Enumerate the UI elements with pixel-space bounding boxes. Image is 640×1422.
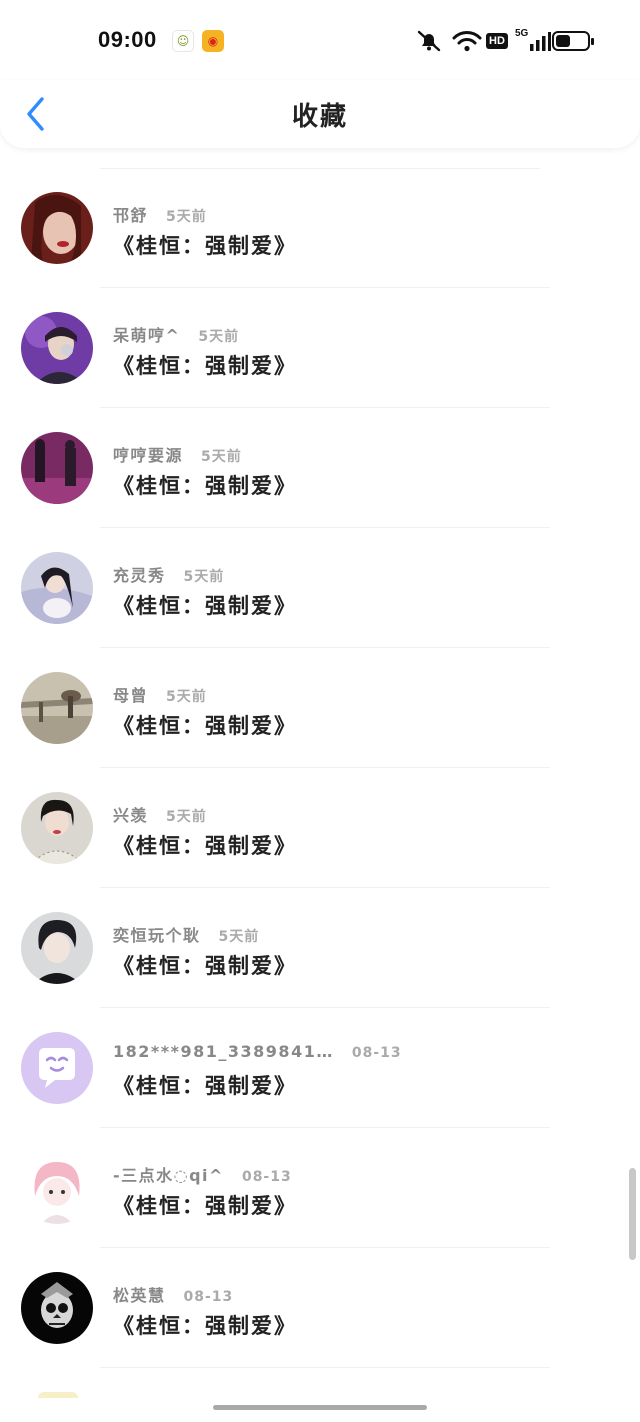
list-item[interactable]: -三点水◌qi^ 08-13 《桂恒：强制爱》 bbox=[0, 1128, 640, 1248]
item-time: 5天前 bbox=[201, 449, 242, 465]
item-meta: 母曾 5天前 bbox=[113, 682, 207, 706]
hd-icon: HD bbox=[486, 28, 508, 54]
item-time: 5天前 bbox=[183, 569, 225, 585]
mute-icon bbox=[415, 28, 443, 54]
status-time: 09:00 bbox=[98, 27, 157, 52]
item-time: 5天前 bbox=[166, 689, 207, 705]
item-meta: 182***981_3389841… 08-13 bbox=[113, 1042, 402, 1061]
list-item[interactable]: 哼哼要源 5天前 《桂恒：强制爱》 bbox=[0, 408, 640, 528]
avatar[interactable] bbox=[21, 1032, 93, 1104]
user-name: 182***981_3389841… bbox=[113, 1042, 334, 1061]
avatar[interactable] bbox=[21, 792, 93, 864]
weibo-icon: ◉ bbox=[202, 30, 224, 52]
list-item[interactable]: 呆萌哼^ 5天前 《桂恒：强制爱》 bbox=[0, 288, 640, 408]
book-title: 《桂恒：强制爱》 bbox=[113, 954, 297, 978]
avatar[interactable] bbox=[21, 1272, 93, 1344]
book-title: 《桂恒：强制爱》 bbox=[113, 1074, 297, 1098]
navigation-bar: 收藏 bbox=[0, 80, 640, 148]
list-item[interactable]: 母曾 5天前 《桂恒：强制爱》 bbox=[0, 648, 640, 768]
list-item[interactable]: 充灵秀 5天前 《桂恒：强制爱》 bbox=[0, 528, 640, 648]
item-time: 08-13 bbox=[183, 1289, 234, 1305]
book-title: 《桂恒：强制爱》 bbox=[113, 474, 297, 498]
user-name: 哼哼要源 bbox=[113, 446, 184, 465]
list-item[interactable]: 奕恒玩个耿 5天前 《桂恒：强制爱》 bbox=[0, 888, 640, 1008]
user-name: 兴羡 bbox=[113, 806, 149, 825]
item-time: 5天前 bbox=[198, 329, 240, 345]
avatar[interactable] bbox=[21, 312, 93, 384]
user-name: 奕恒玩个耿 bbox=[113, 926, 201, 945]
list-item[interactable]: 182***981_3389841… 08-13 《桂恒：强制爱》 bbox=[0, 1008, 640, 1128]
avatar[interactable] bbox=[21, 432, 93, 504]
item-meta: 松英慧 08-13 bbox=[113, 1282, 233, 1306]
book-title: 《桂恒：强制爱》 bbox=[113, 714, 297, 738]
list-item[interactable]: 邗舒 5天前 《桂恒：强制爱》 bbox=[0, 168, 640, 288]
home-indicator[interactable] bbox=[213, 1405, 427, 1410]
avatar[interactable] bbox=[21, 192, 93, 264]
avatar[interactable] bbox=[21, 672, 93, 744]
user-name: 呆萌哼^ bbox=[113, 326, 181, 345]
book-title: 《桂恒：强制爱》 bbox=[113, 234, 297, 258]
item-time: 5天前 bbox=[218, 929, 260, 945]
divider bbox=[100, 1367, 550, 1368]
book-title: 《桂恒：强制爱》 bbox=[113, 1194, 297, 1218]
user-name: 母曾 bbox=[113, 686, 149, 705]
user-name: 充灵秀 bbox=[113, 566, 166, 585]
avatar[interactable] bbox=[21, 912, 93, 984]
battery-icon bbox=[552, 31, 594, 51]
list-item[interactable]: 松英慧 08-13 《桂恒：强制爱》 bbox=[0, 1248, 640, 1368]
avatar bbox=[38, 1392, 78, 1398]
5g-signal-icon: 5G bbox=[515, 28, 552, 54]
item-meta: 兴羡 5天前 bbox=[113, 802, 207, 826]
user-name: 邗舒 bbox=[113, 206, 149, 225]
user-name: 松英慧 bbox=[113, 1286, 166, 1305]
user-name: -三点水◌qi^ bbox=[113, 1166, 224, 1185]
item-meta: 邗舒 5天前 bbox=[113, 202, 207, 226]
item-meta: 哼哼要源 5天前 bbox=[113, 442, 242, 466]
book-title: 《桂恒：强制爱》 bbox=[113, 834, 297, 858]
avatar[interactable] bbox=[21, 552, 93, 624]
item-meta: 奕恒玩个耿 5天前 bbox=[113, 922, 259, 946]
list-item[interactable]: 兴羡 5天前 《桂恒：强制爱》 bbox=[0, 768, 640, 888]
battery-level bbox=[556, 35, 570, 47]
avatar[interactable] bbox=[21, 1152, 93, 1224]
item-meta: 呆萌哼^ 5天前 bbox=[113, 322, 239, 346]
page-title: 收藏 bbox=[291, 102, 348, 132]
status-bar: 09:00 ☺ ◉ HD 5G bbox=[0, 0, 640, 80]
book-title: 《桂恒：强制爱》 bbox=[113, 354, 297, 378]
wifi-icon bbox=[452, 28, 482, 54]
scrollbar[interactable] bbox=[629, 1168, 636, 1260]
book-title: 《桂恒：强制爱》 bbox=[113, 594, 297, 618]
item-time: 08-13 bbox=[351, 1045, 402, 1061]
item-time: 08-13 bbox=[241, 1169, 292, 1185]
item-time: 5天前 bbox=[166, 209, 207, 225]
book-title: 《桂恒：强制爱》 bbox=[113, 1314, 297, 1338]
item-time: 5天前 bbox=[166, 809, 207, 825]
app-notification-icon: ☺ bbox=[172, 30, 194, 52]
item-meta: -三点水◌qi^ 08-13 bbox=[113, 1162, 292, 1186]
item-meta: 充灵秀 5天前 bbox=[113, 562, 224, 586]
